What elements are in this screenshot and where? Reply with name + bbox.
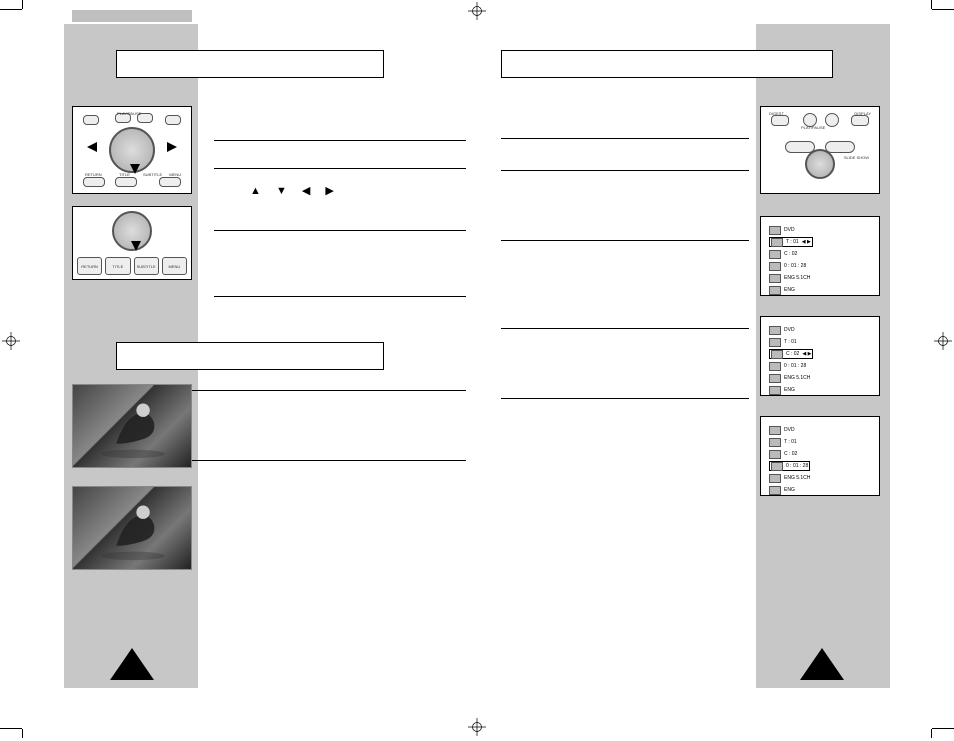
registration-mark-icon [934, 332, 952, 350]
callout-arrow-icon [167, 142, 177, 152]
registration-mark-icon [2, 332, 20, 350]
dvd-icon [769, 426, 781, 435]
subtitle-icon [769, 286, 781, 295]
button-label: SLIDE SHOW [844, 155, 869, 160]
audio-icon [769, 474, 781, 483]
reference-photo-thumbnail [72, 486, 192, 570]
osd-label: T : 01 [784, 439, 797, 445]
osd-label: ENG [784, 287, 795, 293]
crop-mark [22, 729, 23, 738]
crop-mark [22, 0, 23, 9]
osd-display-panel: DVD T : 01◀ ▶ C : 02 0 : 01 : 28 ENG 5.1… [760, 216, 880, 296]
registration-mark-icon [468, 2, 486, 20]
content-divider [501, 170, 749, 171]
content-divider [214, 140, 466, 141]
crop-mark [0, 728, 22, 729]
time-icon [769, 262, 781, 271]
content-divider [186, 390, 466, 391]
content-divider [214, 230, 466, 231]
page-continuation-arrow-icon [110, 648, 154, 680]
dvd-icon [769, 226, 781, 235]
subtitle-icon [769, 386, 781, 395]
page-header-tab [72, 10, 192, 22]
callout-arrow-icon [131, 241, 141, 251]
button-label: MENU [169, 172, 181, 177]
content-divider [214, 168, 466, 169]
osd-label: T : 01 [784, 339, 797, 345]
audio-icon [769, 374, 781, 383]
content-divider [501, 328, 749, 329]
button-label: DISPLAY [854, 111, 871, 116]
osd-display-panel: DVD T : 01 C : 02 0 : 01 : 28 ENG 5.1CH … [760, 416, 880, 496]
osd-label: DVD [784, 427, 795, 433]
osd-label: DVD [784, 327, 795, 333]
crop-mark [931, 0, 932, 9]
content-divider [186, 460, 466, 461]
button-label: SUBTITLE [134, 257, 159, 275]
content-divider [501, 240, 749, 241]
content-divider [501, 398, 749, 399]
osd-label: ENG 5.1CH [784, 275, 810, 281]
time-icon [771, 462, 783, 471]
remote-illustration-1: PLAY/PAUSE RETURN TITLE SUBTITLE MENU [72, 106, 192, 194]
osd-display-panel: DVD T : 01 C : 02◀ ▶ 0 : 01 : 28 ENG 5.1… [760, 316, 880, 396]
title-icon [771, 238, 783, 247]
remote-illustration-2: RETURN TITLE SUBTITLE MENU [72, 206, 192, 280]
osd-label: ENG 5.1CH [784, 475, 810, 481]
content-divider [214, 296, 466, 297]
registration-mark-icon [468, 718, 486, 736]
chapter-icon [771, 350, 783, 359]
osd-label: 0 : 01 : 28 [786, 463, 808, 469]
osd-label: ENG [784, 387, 795, 393]
remote-illustration-3: DIGEST DISPLAY PLAY/PAUSE SLIDE SHOW [760, 106, 880, 194]
crop-mark [0, 9, 22, 10]
direction-arrows-glyphs: ▲ ▼ ◀ ▶ [250, 184, 340, 197]
button-label: PLAY/PAUSE [801, 125, 825, 130]
section-heading-box [116, 342, 384, 370]
chapter-icon [769, 450, 781, 459]
osd-label: C : 02 [784, 451, 797, 457]
content-divider [501, 138, 749, 139]
time-icon [769, 362, 781, 371]
audio-icon [769, 274, 781, 283]
osd-label: C : 02 [784, 251, 797, 257]
chapter-icon [769, 250, 781, 259]
title-icon [769, 338, 781, 347]
button-label: SUBTITLE [143, 172, 162, 177]
title-icon [769, 438, 781, 447]
section-heading-box [116, 50, 384, 78]
osd-label: T : 01 [786, 239, 799, 245]
subtitle-icon [769, 486, 781, 495]
osd-label: 0 : 01 : 28 [784, 363, 806, 369]
osd-label: ENG [784, 487, 795, 493]
osd-label: 0 : 01 : 28 [784, 263, 806, 269]
osd-label: DVD [784, 227, 795, 233]
osd-label: C : 02 [786, 351, 799, 357]
button-label: MENU [162, 257, 187, 275]
section-heading-box [501, 50, 833, 78]
crop-mark [932, 9, 954, 10]
reference-photo-thumbnail [72, 384, 192, 468]
button-label: RETURN [85, 172, 102, 177]
button-label: TITLE [119, 172, 130, 177]
button-label: DIGEST [769, 111, 784, 116]
button-label: RETURN [77, 257, 102, 275]
crop-mark [931, 729, 932, 738]
button-label: PLAY/PAUSE [117, 111, 141, 116]
callout-arrow-icon [87, 142, 97, 152]
page-continuation-arrow-icon [800, 648, 844, 680]
crop-mark [932, 728, 954, 729]
button-label: TITLE [105, 257, 130, 275]
dvd-icon [769, 326, 781, 335]
osd-label: ENG 5.1CH [784, 375, 810, 381]
